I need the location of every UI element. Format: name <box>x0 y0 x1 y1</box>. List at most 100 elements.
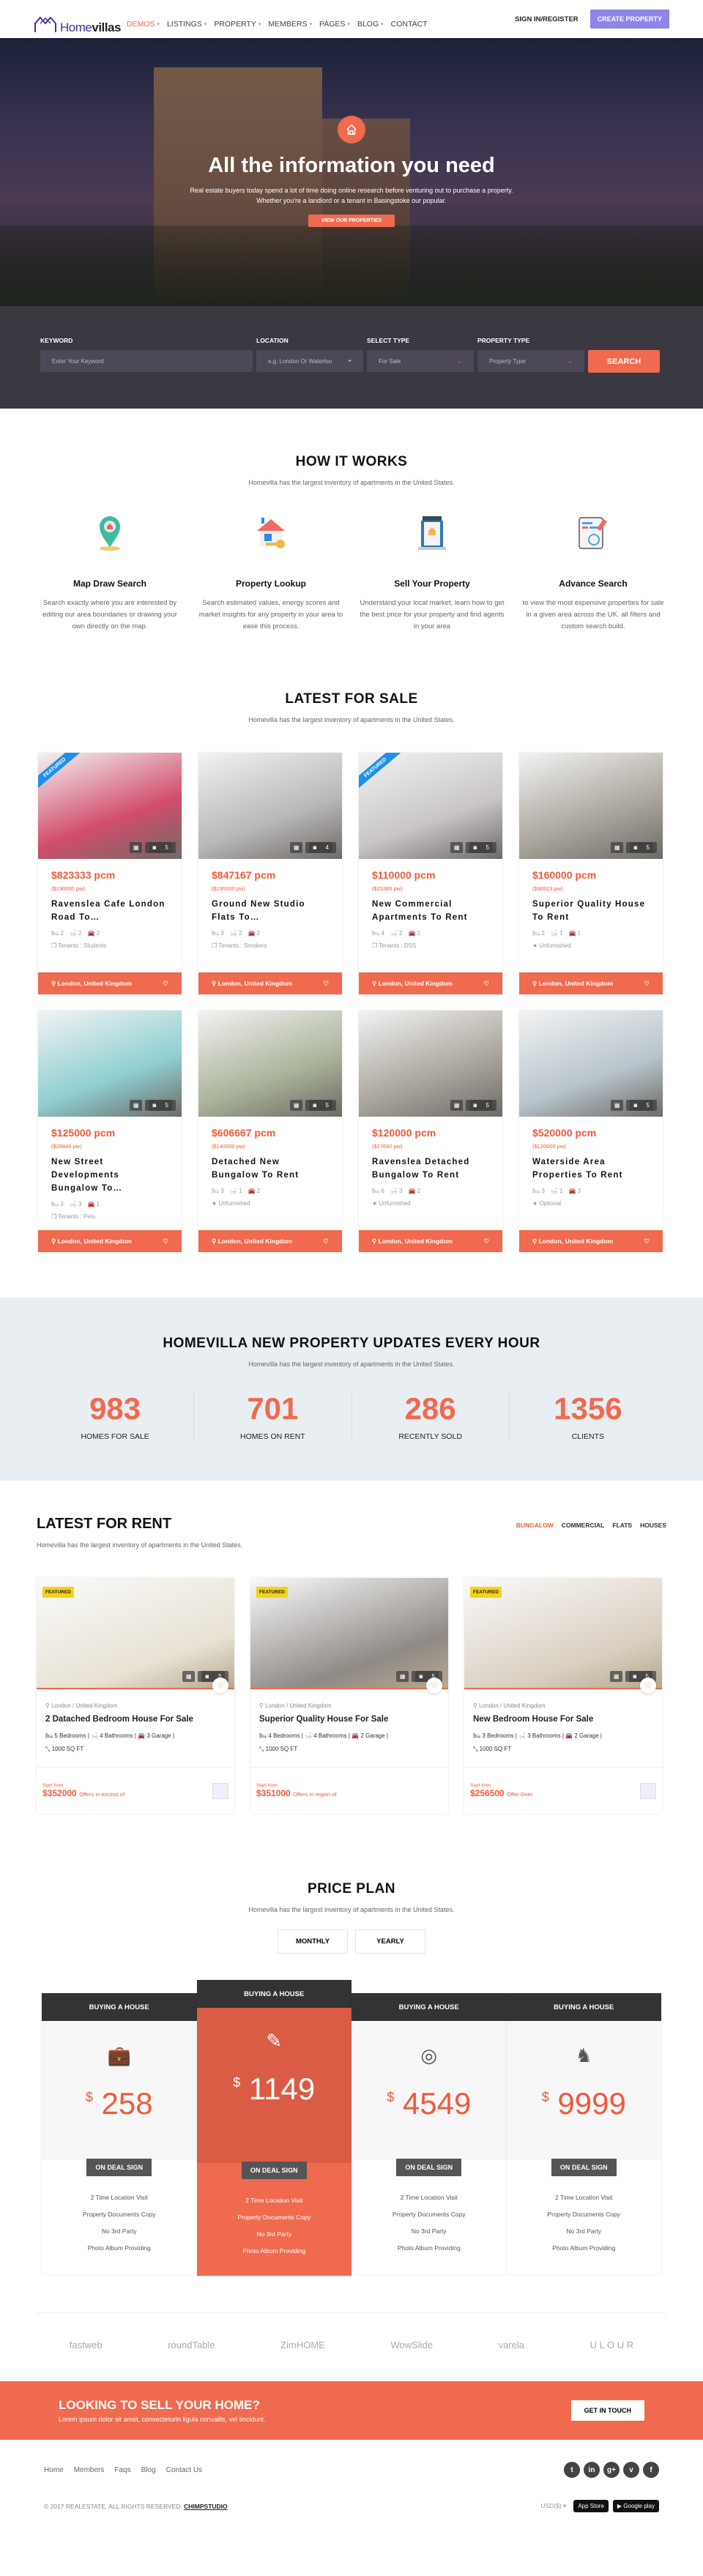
keyword-input[interactable]: Enter Your Keyword <box>40 350 253 372</box>
on-deal-sign-button[interactable]: ON DEAL SIGN <box>396 2159 462 2176</box>
property-card[interactable]: ▦ ◙ 5 $520000 pcm ($120000 pw) Waterside Are… <box>519 1010 663 1252</box>
photo-count[interactable]: ◙ 5 <box>626 842 657 853</box>
property-card[interactable]: ▦ ◙ 5 $606667 pcm ($140000 pw) Detached New … <box>198 1010 342 1252</box>
property-image[interactable]: ▦ ◙ 4 <box>198 753 342 859</box>
rent-property-card[interactable]: FEATURED ▦ ◙ 5 ♡ ⚲ London / United Kingdom Ne… <box>464 1578 662 1814</box>
footer-link-faqs[interactable]: Faqs <box>114 2466 130 2474</box>
property-card[interactable]: ▦ ◙ 5 $160000 pcm ($36923 pw) Superior Quali… <box>519 753 663 994</box>
partner-logo[interactable]: varela <box>499 2339 524 2350</box>
video-icon[interactable]: ▦ <box>289 1100 303 1111</box>
property-image[interactable]: FEATURED ▦ ◙ 5 <box>38 753 182 859</box>
nav-item-property[interactable]: PROPERTY ▾ <box>214 20 261 29</box>
google-plus-icon[interactable]: g+ <box>603 2462 620 2478</box>
photo-count[interactable]: ◙ 5 <box>145 842 176 853</box>
partner-logo[interactable]: roundTable <box>168 2339 215 2350</box>
property-image[interactable]: ▦ ◙ 5 <box>519 1010 663 1117</box>
photo-count[interactable]: ◙ 5 <box>305 1100 336 1111</box>
video-icon[interactable]: ▦ <box>610 842 624 853</box>
video-icon[interactable]: ▦ <box>395 1671 409 1682</box>
property-image[interactable]: FEATURED ▦ ◙ 3 <box>37 1578 234 1689</box>
app-store-badge[interactable]: App Store <box>573 2500 609 2512</box>
property-title[interactable]: Waterside Area Properties To Rent <box>532 1155 650 1182</box>
agent-logo[interactable] <box>640 1782 656 1799</box>
agent-logo[interactable] <box>212 1782 228 1799</box>
property-title[interactable]: Ravenslea Cafe London Road To… <box>51 898 168 924</box>
crosshair-icon[interactable]: ⌖ <box>348 357 352 365</box>
yearly-toggle[interactable]: YEARLY <box>355 1929 425 1954</box>
currency-selector[interactable]: USD($) ▾ <box>540 2502 566 2510</box>
create-property-button[interactable]: CREATE PROPERTY <box>589 10 669 29</box>
favorite-heart-icon[interactable]: ♡ <box>640 1678 656 1694</box>
property-card[interactable]: ▦ ◙ 5 $120000 pcm ($27692 pw) Ravenslea Deta… <box>359 1010 502 1252</box>
partner-logo[interactable]: ZimHOME <box>280 2339 325 2350</box>
property-image[interactable]: ▦ ◙ 5 <box>38 1010 182 1117</box>
property-title[interactable]: 2 Datached Bedroom House For Sale <box>45 1715 226 1724</box>
video-icon[interactable]: ▦ <box>609 1671 623 1682</box>
logo[interactable]: Homevillas <box>34 4 121 34</box>
property-card[interactable]: ▦ ◙ 4 $847167 pcm ($195500 pw) Ground New St… <box>198 753 342 994</box>
footer-link-home[interactable]: Home <box>44 2466 64 2474</box>
twitter-icon[interactable]: t <box>564 2462 580 2478</box>
vimeo-icon[interactable]: v <box>623 2462 639 2478</box>
nav-item-pages[interactable]: PAGES ▾ <box>319 20 350 29</box>
footer-link-members[interactable]: Members <box>74 2466 105 2474</box>
property-image[interactable]: ▦ ◙ 5 <box>519 753 663 859</box>
nav-item-contact[interactable]: CONTACT <box>391 20 428 29</box>
rent-property-card[interactable]: FEATURED ▦ ◙ 3 ♡ ⚲ London / United Kingdom 2 … <box>37 1578 234 1814</box>
on-deal-sign-button[interactable]: ON DEAL SIGN <box>241 2162 307 2179</box>
footer-link-contact-us[interactable]: Contact Us <box>166 2466 202 2474</box>
property-image[interactable]: FEATURED ▦ ◙ 5 <box>250 1578 448 1689</box>
video-icon[interactable]: ▦ <box>450 842 464 853</box>
linkedin-icon[interactable]: in <box>584 2462 600 2478</box>
photo-count[interactable]: ◙ 5 <box>466 1100 496 1111</box>
chimpstudio-link[interactable]: CHIMPSTUDIO <box>184 2503 228 2510</box>
favorite-heart-icon[interactable]: ♡ <box>212 1678 228 1694</box>
tab-bungalow[interactable]: BUNGALOW <box>516 1522 554 1549</box>
property-title[interactable]: Ravenslea Detached Bungalow To Rent <box>372 1155 489 1182</box>
select-type-dropdown[interactable]: For Sale ⌄ <box>367 350 474 372</box>
property-title[interactable]: Ground New Studio Flats To… <box>212 898 329 924</box>
video-icon[interactable]: ▦ <box>289 842 303 853</box>
nav-item-members[interactable]: MEMBERS ▾ <box>268 20 312 29</box>
location-input[interactable]: e.g. London Or Waterloo ⌖ <box>256 350 363 372</box>
nav-item-blog[interactable]: BLOG ▾ <box>357 20 384 29</box>
heart-icon[interactable]: ♡ <box>483 1237 489 1246</box>
property-image[interactable]: ▦ ◙ 5 <box>359 1010 502 1117</box>
property-title[interactable]: Superior Quality House For Sale <box>259 1715 439 1724</box>
heart-icon[interactable]: ♡ <box>163 1237 168 1246</box>
nav-item-demos[interactable]: DEMOS ▾ <box>127 20 160 29</box>
get-in-touch-button[interactable]: GET IN TOUCH <box>570 2400 644 2421</box>
footer-link-blog[interactable]: Blog <box>141 2466 156 2474</box>
property-card[interactable]: FEATURED ▦ ◙ 5 $110000 pcm ($25385 pw) New Co… <box>359 753 502 994</box>
photo-count[interactable]: ◙ 5 <box>466 842 496 853</box>
property-title[interactable]: New Commercial Apartments To Rent <box>372 898 489 924</box>
heart-icon[interactable]: ♡ <box>163 980 168 988</box>
tab-houses[interactable]: HOUSES <box>640 1522 666 1549</box>
property-card[interactable]: ▦ ◙ 5 $125000 pcm ($28846 pw) New Street Dev… <box>38 1010 182 1252</box>
heart-icon[interactable]: ♡ <box>323 980 329 988</box>
heart-icon[interactable]: ♡ <box>483 980 489 988</box>
property-title[interactable]: New Street Developments Bungalow To… <box>51 1155 168 1195</box>
photo-count[interactable]: ◙ 4 <box>305 842 336 853</box>
video-icon[interactable]: ▦ <box>610 1100 624 1111</box>
partner-logo[interactable]: U L O U R <box>590 2339 633 2350</box>
property-image[interactable]: FEATURED ▦ ◙ 5 <box>464 1578 662 1689</box>
property-title[interactable]: Detached New Bungalow To Rent <box>212 1155 329 1182</box>
heart-icon[interactable]: ♡ <box>323 1237 329 1246</box>
photo-count[interactable]: ◙ 5 <box>145 1100 176 1111</box>
google-play-badge[interactable]: ▶ Google play <box>612 2500 659 2512</box>
property-image[interactable]: ▦ ◙ 5 <box>198 1010 342 1117</box>
heart-icon[interactable]: ♡ <box>644 1237 650 1246</box>
rent-property-card[interactable]: FEATURED ▦ ◙ 5 ♡ ⚲ London / United Kingdom Su… <box>250 1578 448 1814</box>
heart-icon[interactable]: ♡ <box>644 980 650 988</box>
on-deal-sign-button[interactable]: ON DEAL SIGN <box>86 2159 152 2176</box>
sign-in-register-link[interactable]: SIGN IN/REGISTER <box>515 15 579 23</box>
video-icon[interactable]: ▦ <box>129 842 143 853</box>
facebook-icon[interactable]: f <box>643 2462 659 2478</box>
search-button[interactable]: SEARCH <box>588 350 660 373</box>
view-properties-button[interactable]: VIEW OUR PROPERTIES <box>308 215 395 227</box>
video-icon[interactable]: ▦ <box>129 1100 143 1111</box>
tab-flats[interactable]: FLATS <box>612 1522 632 1549</box>
property-title[interactable]: Superior Quality House To Rent <box>532 898 650 924</box>
property-image[interactable]: FEATURED ▦ ◙ 5 <box>359 753 502 859</box>
